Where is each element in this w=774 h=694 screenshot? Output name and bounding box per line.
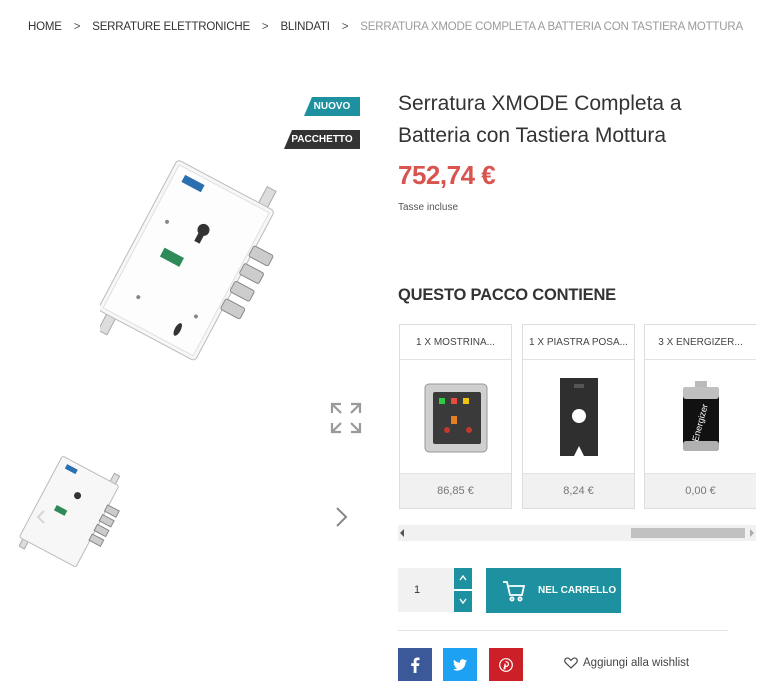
pinterest-icon xyxy=(499,657,513,672)
product-title: Serratura XMODE Completa a Batteria con … xyxy=(398,92,682,147)
quantity-stepper xyxy=(454,568,472,612)
new-badge: NUOVO xyxy=(304,97,360,116)
add-to-cart-label: NEL CARRELLO xyxy=(538,585,617,596)
facebook-share-button[interactable] xyxy=(398,648,432,681)
tax-note: Tasse incluse xyxy=(398,202,459,213)
pack-item-card[interactable]: 1 X PIASTRA POSA... 8,24 € xyxy=(522,324,635,509)
pack-item-price: 8,24 € xyxy=(523,473,634,508)
pack-item-image[interactable] xyxy=(523,360,634,473)
pack-item-name[interactable]: 1 X PIASTRA POSA... xyxy=(523,325,634,360)
pack-heading: QUESTO PACCO CONTIENE xyxy=(398,286,616,304)
thumbnail-next-icon[interactable] xyxy=(333,505,351,529)
breadcrumb: HOME > SERRATURE ELETTRONICHE > BLINDATI… xyxy=(28,21,743,33)
pack-item-card[interactable]: 1 X MOSTRINA... 86,85 € xyxy=(399,324,512,509)
pack-item-card[interactable]: 3 X ENERGIZER... Energizer 0,00 € xyxy=(644,324,756,509)
thumbnail-prev-icon[interactable] xyxy=(36,510,46,524)
breadcrumb-serrature-elettroniche[interactable]: SERRATURE ELETTRONICHE xyxy=(92,21,250,33)
quantity-up-icon[interactable] xyxy=(454,568,472,589)
cart-icon xyxy=(503,580,526,601)
scroll-right-icon[interactable] xyxy=(750,529,754,537)
scroll-left-icon[interactable] xyxy=(400,529,404,537)
add-to-wishlist-link[interactable]: Aggiungi alla wishlist xyxy=(564,657,689,669)
breadcrumb-separator: > xyxy=(261,21,269,33)
product-main-image[interactable] xyxy=(97,160,290,370)
scrollbar-thumb[interactable] xyxy=(631,528,745,538)
product-thumbnail[interactable] xyxy=(18,455,130,572)
pack-item-image[interactable]: Energizer xyxy=(645,360,756,473)
expand-icon[interactable] xyxy=(330,402,362,434)
pack-item-image[interactable] xyxy=(400,360,511,473)
product-price: 752,74 € xyxy=(398,160,496,190)
breadcrumb-separator: > xyxy=(73,21,81,33)
quantity-down-icon[interactable] xyxy=(454,591,472,612)
breadcrumb-separator: > xyxy=(341,21,349,33)
pack-item-name[interactable]: 3 X ENERGIZER... xyxy=(645,325,756,360)
breadcrumb-home[interactable]: HOME xyxy=(28,21,62,33)
quantity-input[interactable] xyxy=(398,568,454,612)
pack-scrollbar[interactable] xyxy=(398,525,756,541)
pack-item-name[interactable]: 1 X MOSTRINA... xyxy=(400,325,511,360)
pack-item-price: 86,85 € xyxy=(400,473,511,508)
breadcrumb-current: SERRATURA XMODE COMPLETA A BATTERIA CON … xyxy=(360,21,743,33)
twitter-icon xyxy=(453,658,467,671)
twitter-share-button[interactable] xyxy=(443,648,477,681)
pinterest-share-button[interactable] xyxy=(489,648,523,681)
facebook-icon xyxy=(411,657,420,673)
pack-item-price: 0,00 € xyxy=(645,473,756,508)
pack-badge: PACCHETTO xyxy=(284,130,360,149)
add-to-cart-button[interactable]: NEL CARRELLO xyxy=(486,568,621,613)
heart-icon xyxy=(564,657,578,669)
divider xyxy=(398,630,728,631)
pack-items: 1 X MOSTRINA... 86,85 € 1 X PIASTRA POSA… xyxy=(399,324,756,509)
wishlist-label: Aggiungi alla wishlist xyxy=(583,657,690,669)
breadcrumb-blindati[interactable]: BLINDATI xyxy=(280,21,330,33)
